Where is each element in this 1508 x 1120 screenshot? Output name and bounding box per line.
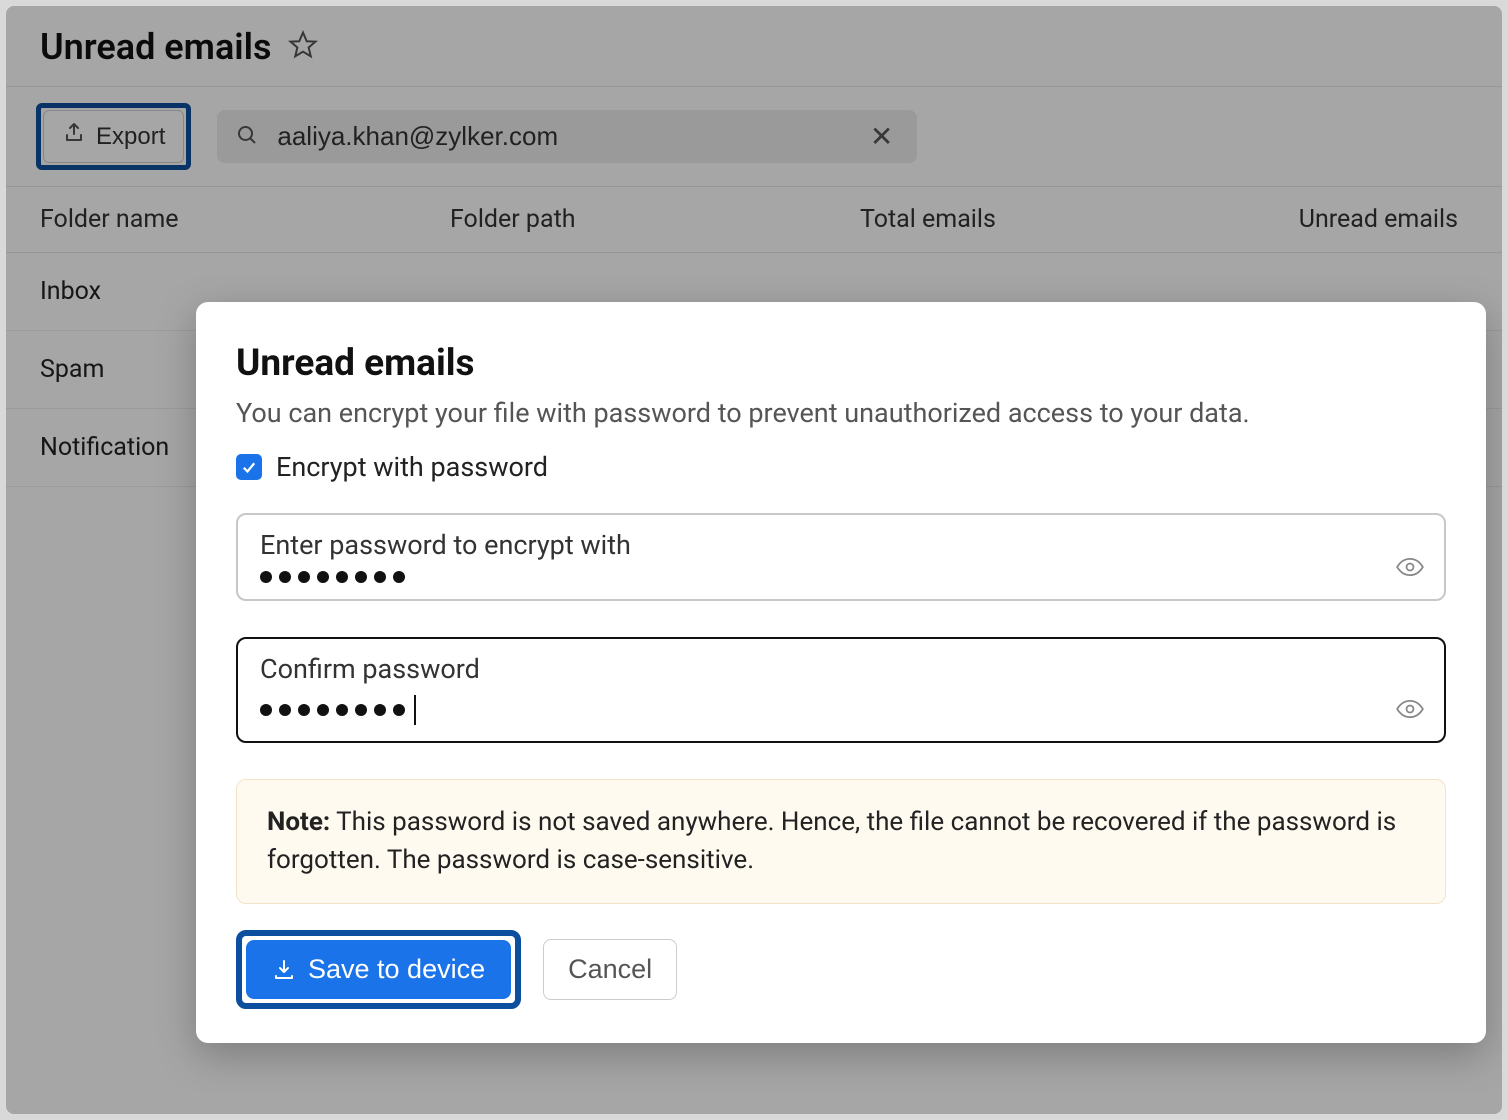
save-label: Save to device <box>308 954 485 985</box>
confirm-password-value <box>260 695 1422 725</box>
note-prefix: Note: <box>267 807 330 837</box>
modal-subtitle: You can encrypt your file with password … <box>236 397 1446 429</box>
encrypt-checkbox-row[interactable]: Encrypt with password <box>236 451 1446 483</box>
cancel-button[interactable]: Cancel <box>543 939 677 1000</box>
show-confirm-password-icon[interactable] <box>1396 699 1424 723</box>
note-text: This password is not saved anywhere. Hen… <box>267 807 1396 875</box>
password-value <box>260 571 1422 583</box>
encrypt-checkbox[interactable] <box>236 454 262 480</box>
save-highlight: Save to device <box>236 930 521 1009</box>
note-box: Note: This password is not saved anywher… <box>236 779 1446 904</box>
confirm-password-field[interactable]: Confirm password <box>236 637 1446 743</box>
text-cursor <box>414 695 416 725</box>
confirm-password-label: Confirm password <box>260 653 1422 685</box>
password-label: Enter password to encrypt with <box>260 529 1422 561</box>
password-field[interactable]: Enter password to encrypt with <box>236 513 1446 601</box>
encrypt-checkbox-label: Encrypt with password <box>276 451 548 483</box>
modal-actions: Save to device Cancel <box>236 930 1446 1009</box>
save-to-device-button[interactable]: Save to device <box>246 940 511 999</box>
export-modal: Unread emails You can encrypt your file … <box>196 302 1486 1043</box>
show-password-icon[interactable] <box>1396 557 1424 581</box>
modal-title: Unread emails <box>236 342 1446 385</box>
